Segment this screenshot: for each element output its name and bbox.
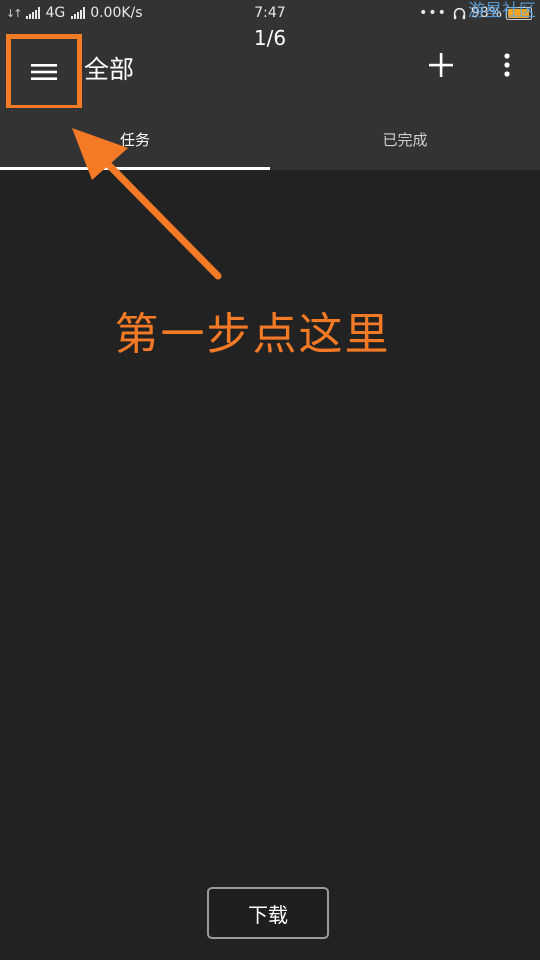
tab-tasks[interactable]: 任务 — [0, 108, 270, 170]
vertical-dots-icon — [504, 53, 510, 77]
download-label: 下载 — [248, 902, 288, 927]
watermark: 游星社区 — [468, 1, 536, 21]
hamburger-menu-icon — [31, 64, 57, 80]
menu-button[interactable] — [6, 34, 82, 110]
overflow-menu-button[interactable] — [494, 48, 520, 82]
screen: ↓↑ 4G 0.00K/s 7:47 ••• 98% 游星社区 1/6 全部 任… — [0, 0, 540, 960]
tab-indicator — [0, 167, 270, 170]
download-button[interactable]: 下载 — [207, 887, 329, 939]
tab-tasks-label: 任务 — [119, 130, 150, 149]
status-bar: ↓↑ 4G 0.00K/s 7:47 ••• 98% 游星社区 — [0, 0, 540, 28]
add-button[interactable] — [424, 48, 458, 82]
page-title: 全部 — [84, 55, 135, 84]
plus-icon — [429, 53, 453, 77]
app-bar: 1/6 全部 — [0, 26, 540, 110]
more-notifications-icon: ••• — [419, 5, 447, 21]
tab-completed-label: 已完成 — [382, 130, 428, 149]
headphone-icon — [453, 7, 466, 19]
tab-completed[interactable]: 已完成 — [270, 108, 540, 170]
tab-bar: 任务 已完成 — [0, 108, 540, 170]
annotation-text: 第一步点这里 — [114, 309, 391, 360]
